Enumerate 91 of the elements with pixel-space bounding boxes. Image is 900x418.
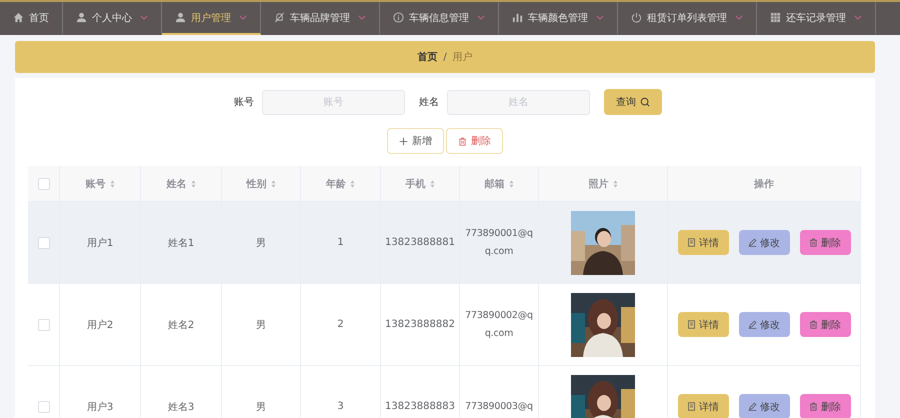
table-cell-text: 用户3 bbox=[86, 400, 114, 414]
bell-off-icon bbox=[274, 12, 285, 23]
edit-button[interactable]: 修改 bbox=[738, 312, 790, 337]
grid-icon bbox=[770, 12, 781, 23]
sort-icon[interactable] bbox=[190, 180, 196, 188]
person-icon bbox=[175, 12, 186, 23]
table-cell-text: 男 bbox=[256, 318, 266, 332]
table-cell-text: 773890002@qq.com bbox=[464, 309, 534, 340]
caret-icon bbox=[596, 15, 604, 20]
trash-icon bbox=[458, 136, 467, 146]
details-button[interactable]: 详情 bbox=[678, 230, 728, 255]
table-cell: 1 bbox=[337, 237, 344, 248]
caret-icon bbox=[854, 15, 862, 20]
caret-icon bbox=[735, 15, 743, 20]
delete-button[interactable]: 删除 bbox=[446, 128, 503, 154]
document-icon bbox=[687, 402, 696, 411]
checkbox[interactable] bbox=[38, 400, 50, 412]
document-icon bbox=[687, 238, 696, 247]
column-header: 照片 bbox=[588, 178, 608, 190]
power-icon bbox=[631, 12, 642, 23]
table-cell: 13823888883 bbox=[385, 401, 455, 412]
caret-icon bbox=[239, 15, 247, 20]
bar-chart-icon bbox=[512, 12, 523, 23]
trash-icon bbox=[809, 238, 818, 247]
table-cell-text: 姓名3 bbox=[168, 400, 194, 414]
sort-icon[interactable] bbox=[110, 180, 114, 188]
column-header: 操作 bbox=[754, 178, 774, 190]
search-button[interactable]: 查询 bbox=[604, 89, 662, 115]
breadcrumb-current: 用户 bbox=[452, 50, 473, 64]
pencil-icon bbox=[748, 320, 757, 329]
delete-button[interactable]: 删除 bbox=[800, 230, 850, 255]
column-header: 手机 bbox=[406, 178, 426, 190]
caret-icon bbox=[140, 15, 148, 20]
breadcrumb-link[interactable]: 首页 bbox=[417, 50, 438, 64]
nav-tab[interactable]: 首页 bbox=[0, 2, 63, 35]
sort-icon[interactable] bbox=[430, 180, 434, 188]
edit-button[interactable]: 修改 bbox=[738, 230, 790, 255]
nav-tab[interactable]: 还车记录管理 bbox=[757, 2, 876, 35]
column-header: 姓名 bbox=[166, 178, 186, 190]
table-row[interactable]: 用户2 姓名2 男 2 13823888882 773890002@qq.com 详情 修改 删除 bbox=[28, 284, 861, 366]
table-cell-text: 姓名2 bbox=[168, 318, 194, 332]
home-icon bbox=[13, 12, 24, 23]
sort-icon[interactable] bbox=[350, 180, 355, 188]
table-cell-text: 用户2 bbox=[86, 318, 114, 332]
table-cell-text: 用户1 bbox=[86, 236, 114, 250]
trash-icon bbox=[809, 402, 818, 411]
checkbox[interactable] bbox=[38, 236, 50, 248]
table-cell-text: 773890003@q bbox=[464, 400, 534, 414]
checkbox[interactable] bbox=[38, 178, 50, 190]
column-header: 年龄 bbox=[326, 178, 346, 190]
breadcrumb-separator: / bbox=[443, 52, 447, 62]
table-cell: 13823888881 bbox=[385, 237, 455, 248]
column-header: 邮箱 bbox=[484, 178, 504, 190]
sort-icon[interactable] bbox=[508, 180, 514, 188]
edit-button[interactable]: 修改 bbox=[738, 394, 790, 418]
person-icon bbox=[76, 12, 87, 23]
nav-tab[interactable]: 车辆信息管理 bbox=[380, 2, 499, 35]
table-cell-text: 男 bbox=[256, 400, 266, 414]
caret-icon bbox=[358, 15, 366, 20]
table-row[interactable]: 用户1 姓名1 男 1 13823888881 773890001@qq.com 详情 修改 删除 bbox=[28, 202, 861, 284]
field-label: 姓名 bbox=[419, 96, 439, 109]
pencil-icon bbox=[748, 402, 757, 411]
search-icon bbox=[640, 97, 650, 107]
nav-tab[interactable]: 租赁订单列表管理 bbox=[618, 2, 757, 35]
table-cell-text: 男 bbox=[256, 236, 266, 250]
nav-tab[interactable]: 用户管理 bbox=[162, 2, 261, 35]
nav-tab[interactable]: 个人中心 bbox=[63, 2, 162, 35]
nav-tab[interactable]: 车辆品牌管理 bbox=[261, 2, 380, 35]
column-header: 账号 bbox=[86, 178, 106, 190]
table-cell: 2 bbox=[337, 319, 344, 330]
pencil-icon bbox=[748, 238, 757, 247]
nav-tab[interactable]: 车辆颜色管理 bbox=[499, 2, 618, 35]
details-button[interactable]: 详情 bbox=[678, 394, 728, 418]
delete-button[interactable]: 删除 bbox=[800, 312, 850, 337]
checkbox[interactable] bbox=[38, 318, 50, 330]
table-cell-text: 773890001@qq.com bbox=[464, 227, 534, 258]
table-cell: 3 bbox=[337, 401, 344, 412]
sort-icon[interactable] bbox=[612, 180, 618, 188]
table-cell: 13823888882 bbox=[385, 319, 455, 330]
trash-icon bbox=[809, 320, 818, 329]
plus-icon bbox=[399, 136, 408, 146]
table-cell-text: 姓名1 bbox=[168, 236, 194, 250]
add-button[interactable]: 新增 bbox=[387, 128, 444, 154]
field-label: 账号 bbox=[234, 96, 254, 109]
caret-icon bbox=[477, 15, 485, 20]
details-button[interactable]: 详情 bbox=[678, 312, 728, 337]
info-icon bbox=[393, 12, 404, 23]
delete-button[interactable]: 删除 bbox=[800, 394, 850, 418]
document-icon bbox=[687, 320, 696, 329]
sort-icon[interactable] bbox=[270, 180, 276, 188]
column-header: 性别 bbox=[246, 178, 266, 190]
